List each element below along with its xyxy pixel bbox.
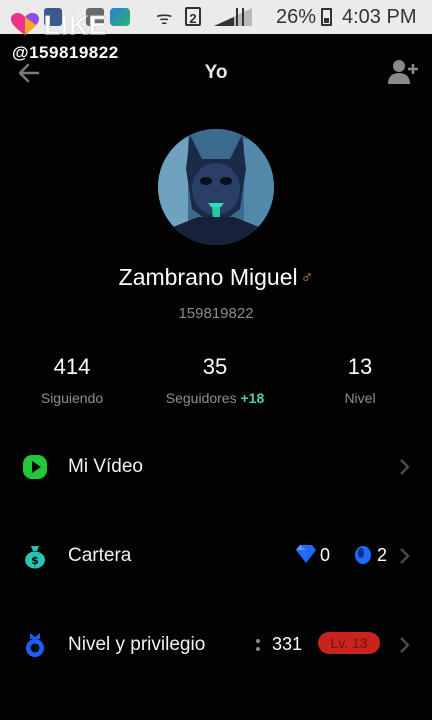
stat-level[interactable]: 13 Nivel <box>320 354 400 406</box>
male-gender-icon: ♂ <box>300 268 314 287</box>
followers-new-count: +18 <box>240 390 265 406</box>
avatar[interactable] <box>158 129 274 245</box>
followers-label: Seguidores <box>165 390 237 406</box>
clock: 4:03 PM <box>342 6 417 28</box>
level-points: 331 <box>272 634 303 654</box>
battery-icon <box>321 8 332 26</box>
play-icon <box>23 455 47 479</box>
profile-name: Zambrano Miguel ♂ <box>0 264 432 291</box>
svg-text:$: $ <box>31 554 39 567</box>
page-title: Yo <box>204 62 228 83</box>
menu-item-label: Mi Vídeo <box>68 456 143 477</box>
diamond-icon <box>296 545 316 563</box>
following-label: Siguiendo <box>40 390 104 406</box>
user-id: 159819822 <box>178 305 254 322</box>
bean-icon <box>355 546 371 564</box>
profile-name-text: Zambrano Miguel <box>118 264 298 290</box>
level-ring-icon <box>26 633 44 657</box>
chevron-right-icon <box>400 548 410 564</box>
wifi-icon: ᯤ <box>156 8 173 28</box>
level-points-icon <box>256 639 260 651</box>
chevron-right-icon <box>400 459 410 475</box>
menu-item-label: Nivel y privilegio <box>68 634 206 655</box>
level-count: 13 <box>347 354 373 379</box>
like-watermark: LIKE <box>43 10 108 41</box>
app-notification-icon-2 <box>110 8 130 26</box>
level-badge: Lv. 13 <box>318 632 380 654</box>
diamond-balance: 0 <box>320 545 331 565</box>
stat-following[interactable]: 414 Siguiendo <box>22 354 122 406</box>
menu-item-label: Cartera <box>68 545 132 566</box>
signal-icon <box>214 8 252 26</box>
level-label: Nivel <box>344 390 376 406</box>
following-count: 414 <box>53 354 91 379</box>
avatar-photo <box>158 129 274 245</box>
like-logo-heart-icon <box>11 13 39 35</box>
bean-balance: 2 <box>377 545 388 565</box>
menu-item-wallet[interactable]: $ Cartera 0 2 <box>0 525 432 585</box>
battery-percent: 26% <box>276 6 317 28</box>
chevron-right-icon <box>400 637 410 653</box>
stat-followers[interactable]: 35 Seguidores +18 <box>160 354 270 406</box>
followers-count: 35 <box>202 354 228 379</box>
sim-icon: 2 <box>185 7 201 26</box>
wallet-bag-icon: $ <box>25 546 45 569</box>
menu-item-level-privilege[interactable]: Nivel y privilegio 331 Lv. 13 <box>0 614 432 674</box>
menu-item-my-video[interactable]: Mi Vídeo <box>0 436 432 496</box>
add-user-icon[interactable] <box>388 58 418 86</box>
followers-label-line: Seguidores +18 <box>160 390 270 406</box>
